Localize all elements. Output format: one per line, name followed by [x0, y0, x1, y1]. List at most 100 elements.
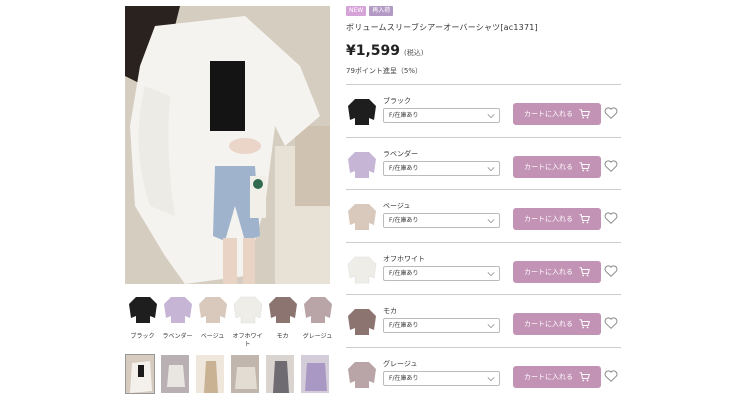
shirt-variant-icon — [348, 204, 376, 230]
variant-name: モカ — [383, 307, 397, 315]
chevron-down-icon — [487, 271, 495, 276]
swatch-black[interactable]: ブラック — [125, 294, 160, 351]
main-product-photo[interactable] — [125, 6, 330, 284]
product-title: ボリュームスリーブシアーオーバーシャツ[ac1371] — [346, 23, 538, 32]
thumbnail-6[interactable] — [300, 354, 330, 394]
thumbnail-image — [266, 355, 294, 393]
chevron-down-icon — [487, 219, 495, 224]
thumbnail-image — [196, 355, 224, 393]
cart-button-label: カートに入れる — [524, 215, 573, 223]
size-stock-select[interactable]: F/在庫あり — [383, 213, 500, 228]
select-value: F/在庫あり — [389, 217, 419, 224]
variant-row-beige: ベージュ F/在庫あり カートに入れる — [346, 189, 621, 242]
shirt-variant-icon — [348, 361, 376, 388]
heart-icon[interactable] — [604, 106, 618, 120]
swatch-label: ラベンダー — [162, 333, 193, 340]
size-stock-select[interactable]: F/在庫あり — [383, 265, 500, 281]
thumbnail-5[interactable] — [265, 354, 295, 394]
swatch-beige[interactable]: ベージュ — [195, 294, 230, 351]
shirt-swatch-icon — [268, 297, 297, 323]
color-swatch-grid: ブラック ラベンダー ベージュ オフホワイト モカ グレージュ — [125, 294, 335, 351]
shirt-variant-icon — [348, 99, 376, 125]
add-to-cart-button[interactable]: カートに入れる — [513, 155, 601, 178]
heart-icon[interactable] — [604, 264, 618, 278]
shirt-swatch-icon — [233, 296, 262, 324]
swatch-lavender[interactable]: ラベンダー — [160, 294, 195, 351]
cart-button-label: カートに入れる — [524, 320, 573, 328]
swatch-label: オフホワイト — [232, 333, 263, 348]
select-value: F/在庫あり — [389, 164, 419, 172]
cart-icon — [579, 266, 590, 276]
cart-icon — [579, 109, 590, 119]
swatch-label: ブラック — [130, 333, 155, 340]
variant-name: オフホワイト — [383, 254, 425, 263]
thumbnail-strip — [125, 354, 330, 394]
thumbnail-4[interactable] — [230, 354, 260, 394]
select-value: F/在庫あり — [389, 269, 419, 277]
cart-button-label: カートに入れる — [524, 372, 573, 381]
new-badge: NEW — [346, 6, 367, 16]
thumbnail-image — [301, 355, 329, 393]
shirt-swatch-icon — [198, 297, 227, 323]
heart-icon[interactable] — [604, 316, 618, 330]
restock-badge: 再入荷 — [369, 6, 394, 16]
cart-icon — [579, 319, 590, 329]
heart-icon[interactable] — [604, 369, 618, 383]
cart-button-label: カートに入れる — [524, 162, 573, 171]
add-to-cart-button[interactable]: カートに入れる — [513, 260, 601, 283]
badge-row: NEW 再入荷 — [346, 6, 621, 16]
swatch-offwhite[interactable]: オフホワイト — [230, 294, 265, 351]
add-to-cart-button[interactable]: カートに入れる — [513, 365, 601, 388]
variant-row-greige: グレージュ F/在庫あり カートに入れる — [346, 346, 621, 400]
swatch-greige[interactable]: グレージュ — [300, 294, 335, 351]
swatch-label: グレージュ — [302, 333, 333, 340]
size-stock-select[interactable]: F/在庫あり — [383, 370, 500, 386]
thumbnail-image — [231, 355, 259, 393]
thumbnail-1[interactable] — [125, 354, 155, 394]
shirt-variant-icon — [348, 151, 376, 178]
shirt-variant-icon — [348, 309, 376, 335]
select-value: F/在庫あり — [389, 112, 419, 119]
cart-button-label: カートに入れる — [524, 110, 573, 118]
cart-icon — [579, 161, 590, 171]
swatch-label: ベージュ — [200, 333, 225, 340]
variant-row-black: ブラック F/在庫あり カートに入れる — [346, 84, 621, 137]
thumbnail-2[interactable] — [160, 354, 190, 394]
thumbnail-3[interactable] — [195, 354, 225, 394]
shirt-variant-icon — [347, 256, 377, 283]
add-to-cart-button[interactable]: カートに入れる — [513, 208, 601, 230]
chevron-down-icon — [487, 114, 495, 119]
variant-row-mocha: モカ F/在庫あり カートに入れる — [346, 294, 621, 347]
size-stock-select[interactable]: F/在庫あり — [383, 160, 500, 176]
swatch-mocha[interactable]: モカ — [265, 294, 300, 351]
add-to-cart-button[interactable]: カートに入れる — [513, 103, 601, 125]
variant-list: ブラック F/在庫あり カートに入れる ラベンダー F/在庫あり カートに入れる… — [346, 84, 621, 399]
shirt-swatch-icon — [303, 297, 332, 323]
cart-icon — [579, 214, 590, 224]
variant-name: ブラック — [383, 97, 411, 105]
shirt-swatch-icon — [163, 297, 192, 323]
swatch-label: モカ — [276, 333, 289, 340]
variant-row-lavender: ラベンダー F/在庫あり カートに入れる — [346, 136, 621, 190]
variant-name: ラベンダー — [383, 149, 418, 158]
chevron-down-icon — [487, 166, 495, 171]
variant-row-offwhite: オフホワイト F/在庫あり カートに入れる — [346, 241, 621, 295]
heart-icon[interactable] — [604, 211, 618, 225]
cart-icon — [579, 371, 590, 381]
size-stock-select[interactable]: F/在庫あり — [383, 318, 500, 333]
chevron-down-icon — [487, 324, 495, 329]
add-to-cart-button[interactable]: カートに入れる — [513, 313, 601, 335]
points-note: 79ポイント進呈（5%） — [346, 67, 423, 75]
price-line: ¥1,599 (税込) — [346, 43, 621, 59]
variant-name: グレージュ — [383, 359, 418, 368]
heart-icon[interactable] — [604, 159, 618, 173]
product-info: NEW 再入荷 ボリュームスリーブシアーオーバーシャツ[ac1371] ¥1,5… — [346, 6, 621, 76]
select-value: F/在庫あり — [389, 374, 419, 382]
size-stock-select[interactable]: F/在庫あり — [383, 108, 500, 123]
chevron-down-icon — [487, 376, 495, 381]
thumbnail-image — [161, 355, 189, 393]
tax-note: (税込) — [404, 49, 424, 57]
cart-button-label: カートに入れる — [524, 267, 573, 276]
shirt-swatch-icon — [128, 297, 157, 323]
product-price: ¥1,599 — [346, 43, 401, 59]
